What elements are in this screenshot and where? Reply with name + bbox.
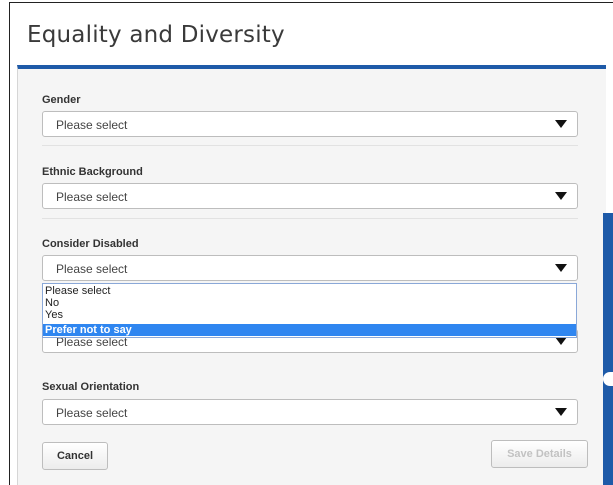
sexual-orientation-select-value: Please select xyxy=(56,406,128,420)
chevron-down-icon xyxy=(555,192,567,200)
dropdown-option-prefer-not-to-say[interactable]: Prefer not to say xyxy=(43,324,576,336)
sexual-orientation-select[interactable]: Please select xyxy=(42,399,578,425)
save-details-button[interactable]: Save Details xyxy=(491,440,588,468)
chevron-down-icon xyxy=(555,408,567,416)
divider xyxy=(42,145,578,146)
gender-label: Gender xyxy=(42,94,81,106)
dialog-title: Equality and Diversity xyxy=(27,22,285,48)
ethnic-background-select[interactable]: Please select xyxy=(42,183,578,209)
cancel-button[interactable]: Cancel xyxy=(42,442,108,470)
consider-disabled-dropdown-list: Please select No Yes Prefer not to say xyxy=(42,283,577,338)
background-accent-strip xyxy=(603,213,613,485)
ethnic-background-select-value: Please select xyxy=(56,190,128,204)
dropdown-option-yes[interactable]: Yes xyxy=(43,309,576,321)
chevron-down-icon xyxy=(555,264,567,272)
gender-select-value: Please select xyxy=(56,118,128,132)
dropdown-option-please-select[interactable]: Please select xyxy=(43,285,576,297)
chevron-down-icon xyxy=(555,120,567,128)
gender-select[interactable]: Please select xyxy=(42,111,578,137)
divider xyxy=(42,218,578,219)
consider-disabled-select[interactable]: Please select xyxy=(42,255,578,281)
consider-disabled-select-value: Please select xyxy=(56,262,128,276)
chevron-down-icon xyxy=(555,337,567,345)
sexual-orientation-label: Sexual Orientation xyxy=(42,381,140,393)
consider-disabled-label: Consider Disabled xyxy=(42,238,139,250)
ethnic-background-label: Ethnic Background xyxy=(42,166,143,178)
background-scroll-indicator xyxy=(603,372,613,386)
dropdown-option-no[interactable]: No xyxy=(43,297,576,309)
